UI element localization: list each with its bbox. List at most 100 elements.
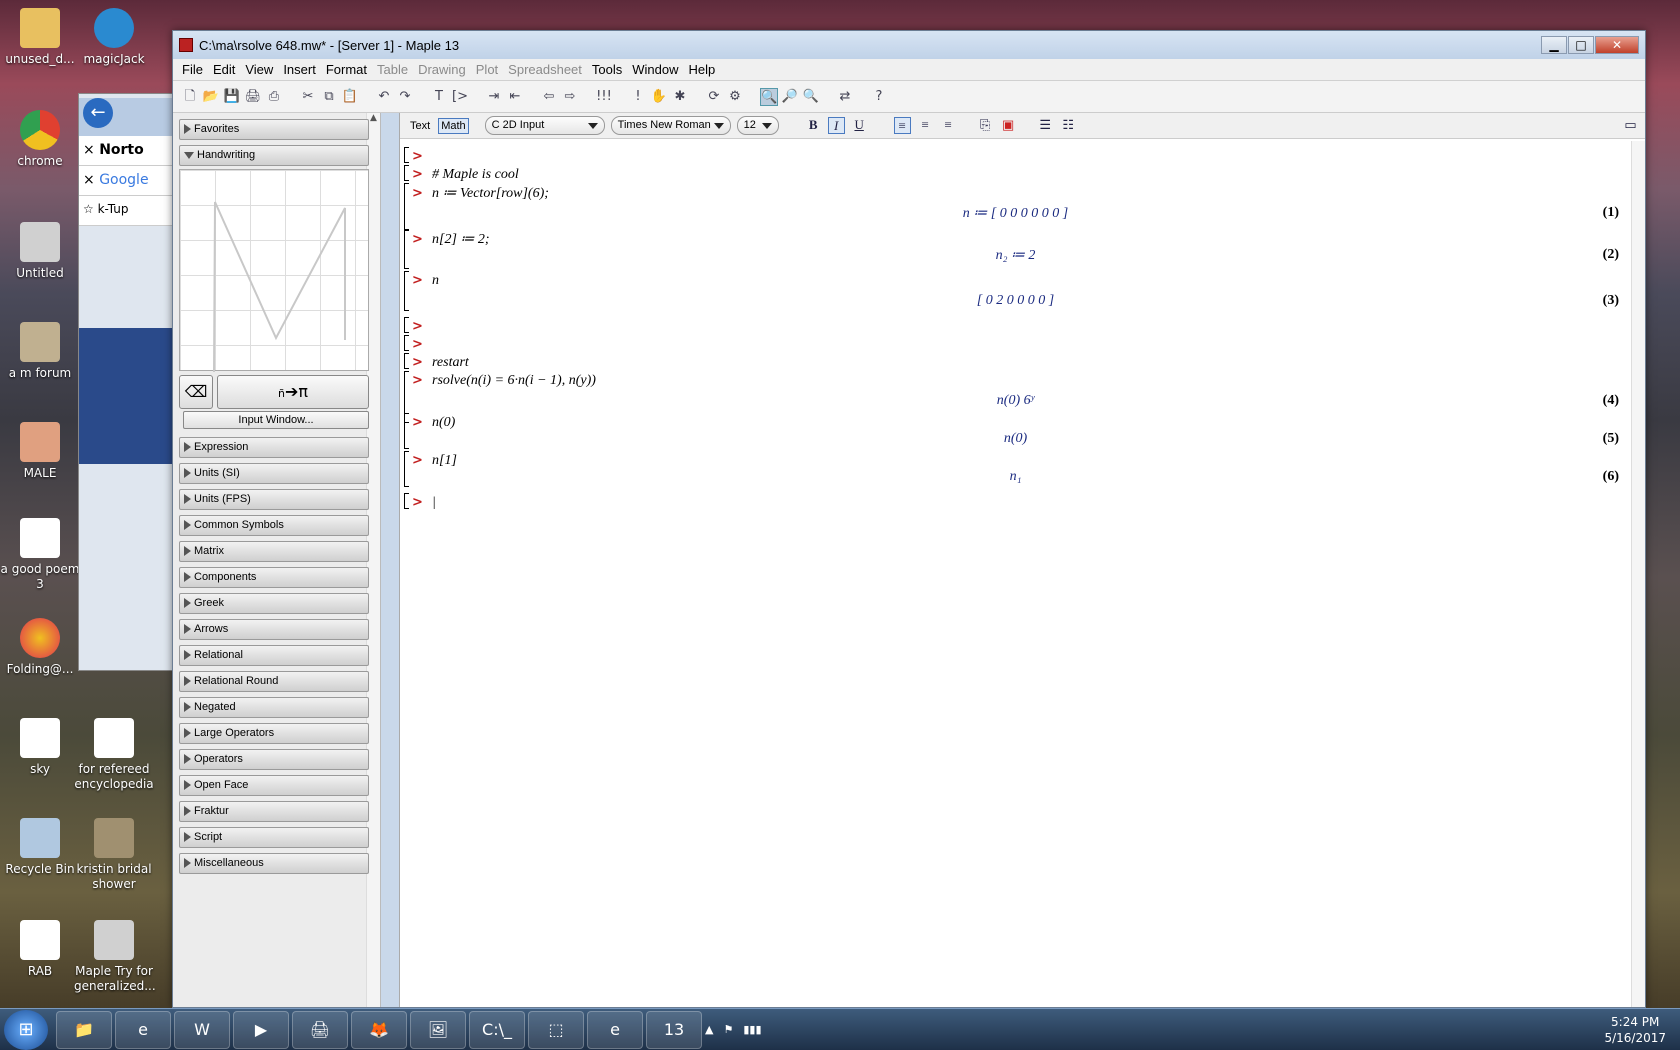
help-icon[interactable]: ? <box>870 88 888 106</box>
clock[interactable]: 5:24 PM 5/16/2017 <box>1604 1014 1666 1046</box>
font-dropdown[interactable]: Times New Roman <box>610 116 731 135</box>
paste-icon[interactable]: 📋 <box>341 88 359 106</box>
start-button[interactable]: ⊞ <box>4 1009 48 1050</box>
zoom-icon[interactable]: 🔍 <box>760 87 778 106</box>
menu-edit[interactable]: Edit <box>208 62 240 77</box>
text-mode-button[interactable]: Text <box>408 119 432 133</box>
execution-group-icon[interactable]: [> <box>451 88 469 106</box>
desktop-icon-maple-try[interactable]: Maple Try for generalized... <box>74 920 156 994</box>
interrupt-icon[interactable]: ✋ <box>650 88 668 106</box>
align-center-icon[interactable]: ≡ <box>917 117 934 134</box>
palette-components[interactable]: Components <box>179 567 369 588</box>
browser-tab-norton[interactable]: × Norto <box>79 136 177 166</box>
palette-negated[interactable]: Negated <box>179 697 369 718</box>
zoom-out-icon[interactable]: 🔍 <box>802 88 820 106</box>
minimize-button[interactable]: ▁ <box>1541 36 1567 54</box>
show-hidden-icon[interactable]: ▲ <box>705 1023 713 1036</box>
taskbar-maple-icon[interactable]: 13 <box>646 1010 702 1049</box>
equation-label[interactable]: (4) <box>1603 393 1619 409</box>
taskbar-internet-explorer-icon[interactable]: e <box>115 1010 171 1049</box>
back-icon[interactable]: ⇦ <box>540 88 558 106</box>
background-browser-window[interactable]: ← × Norto × Google ☆ k-Tup <box>78 93 178 671</box>
palette-open-face[interactable]: Open Face <box>179 775 369 796</box>
palette-relational-round[interactable]: Relational Round <box>179 671 369 692</box>
menu-spreadsheet[interactable]: Spreadsheet <box>503 62 587 77</box>
network-icon[interactable]: ▮▮▮ <box>743 1023 761 1036</box>
taskbar-internet-explorer-icon[interactable]: e <box>587 1010 643 1049</box>
maple-window[interactable]: C:\ma\rsolve 648.mw* - [Server 1] - Mapl… <box>172 30 1646 1008</box>
taskbar-media-player-icon[interactable]: ▶ <box>233 1010 289 1049</box>
font-color-icon[interactable]: ▣ <box>1000 117 1017 134</box>
input-text[interactable]: n <box>432 273 439 288</box>
palette-arrows[interactable]: Arrows <box>179 619 369 640</box>
palette-script[interactable]: Script <box>179 827 369 848</box>
desktop-icon-magicjack[interactable]: magicJack <box>74 8 154 67</box>
palette-handwriting[interactable]: Handwriting <box>179 145 369 166</box>
underline-button[interactable]: U <box>851 117 868 134</box>
bold-button[interactable]: B <box>805 117 822 134</box>
menu-view[interactable]: View <box>240 62 278 77</box>
desktop-icon-good-poem[interactable]: a good poem 3 <box>0 518 80 592</box>
taskbar-app-icon[interactable]: ⬚ <box>528 1010 584 1049</box>
palette-units-si[interactable]: Units (SI) <box>179 463 369 484</box>
taskbar-command-prompt-icon[interactable]: C:\_ <box>469 1010 525 1049</box>
outdent-icon[interactable]: ⇤ <box>506 88 524 106</box>
menu-insert[interactable]: Insert <box>278 62 321 77</box>
eraser-button[interactable]: ⌫ <box>179 375 213 409</box>
input-text[interactable]: rsolve(n(i) = 6·n(i − 1), n(y)) <box>432 373 596 388</box>
menu-file[interactable]: File <box>177 62 208 77</box>
input-text[interactable]: | <box>432 495 436 510</box>
palette-common-symbols[interactable]: Common Symbols <box>179 515 369 536</box>
zoom-in-icon[interactable]: 🔎 <box>781 88 799 106</box>
save-icon[interactable]: 💾 <box>223 88 241 106</box>
open-icon[interactable]: 📂 <box>202 88 220 106</box>
desktop-icon-sky[interactable]: sky <box>0 718 80 777</box>
convert-symbol-button[interactable]: ñ➔π <box>217 375 369 409</box>
taskbar-scanner-icon[interactable]: 🖨 <box>292 1010 348 1049</box>
input-line[interactable]: > restart <box>404 355 469 373</box>
desktop-icon-am-forum[interactable]: a m forum <box>0 322 80 381</box>
menu-plot[interactable]: Plot <box>471 62 503 77</box>
desktop-icon-male[interactable]: MALE <box>0 422 80 481</box>
taskbar-word-icon[interactable]: W <box>174 1010 230 1049</box>
input-line[interactable]: > # Maple is cool <box>404 167 519 185</box>
print-icon[interactable]: 🖨 <box>244 88 262 106</box>
palette-units-fps[interactable]: Units (FPS) <box>179 489 369 510</box>
palette-operators[interactable]: Operators <box>179 749 369 770</box>
desktop-icon-chrome[interactable]: chrome <box>0 110 80 169</box>
desktop-icon-recycle-bin[interactable]: Recycle Bin <box>0 818 80 877</box>
numbered-list-icon[interactable]: ☷ <box>1060 117 1077 134</box>
palette-favorites[interactable]: Favorites <box>179 119 369 140</box>
menu-tools[interactable]: Tools <box>587 62 627 77</box>
print-preview-icon[interactable]: ⎙ <box>265 88 283 106</box>
browser-tab-google[interactable]: × Google <box>79 166 177 196</box>
bullet-list-icon[interactable]: ☰ <box>1037 117 1054 134</box>
menu-table[interactable]: Table <box>372 62 413 77</box>
input-text[interactable]: n[1] <box>432 453 457 468</box>
align-right-icon[interactable]: ≡ <box>940 117 957 134</box>
input-line[interactable]: > rsolve(n(i) = 6·n(i − 1), n(y)) <box>404 373 596 391</box>
input-text[interactable]: n[2] ≔ 2; <box>432 232 490 247</box>
debug-icon[interactable]: ✱ <box>671 88 689 106</box>
palette-miscellaneous[interactable]: Miscellaneous <box>179 853 369 874</box>
menu-format[interactable]: Format <box>321 62 372 77</box>
execute-all-icon[interactable]: !!! <box>595 88 613 106</box>
back-icon[interactable]: ← <box>83 98 113 128</box>
input-style-dropdown[interactable]: C 2D Input <box>484 116 605 135</box>
palette-greek[interactable]: Greek <box>179 593 369 614</box>
redo-icon[interactable]: ↷ <box>396 88 414 106</box>
taskbar-photo-viewer-icon[interactable]: 🖼 <box>410 1010 466 1049</box>
math-mode-button[interactable]: Math <box>438 117 469 134</box>
cut-icon[interactable]: ✂ <box>299 88 317 106</box>
execute-icon[interactable]: ! <box>629 88 647 106</box>
input-line[interactable]: > n ≔ Vector[row](6); <box>404 185 549 203</box>
palette-fraktur[interactable]: Fraktur <box>179 801 369 822</box>
palette-matrix[interactable]: Matrix <box>179 541 369 562</box>
desktop-icon-rab[interactable]: RAB <box>0 920 80 979</box>
title-bar[interactable]: C:\ma\rsolve 648.mw* - [Server 1] - Mapl… <box>173 31 1645 59</box>
desktop-icon-folding[interactable]: Folding@... <box>0 618 80 677</box>
desktop-icon-untitled[interactable]: Untitled <box>0 222 80 281</box>
taskbar-firefox-icon[interactable]: 🦊 <box>351 1010 407 1049</box>
worksheet-scrollbar[interactable] <box>1631 141 1645 1007</box>
new-icon[interactable]: 🗋 <box>181 88 199 106</box>
